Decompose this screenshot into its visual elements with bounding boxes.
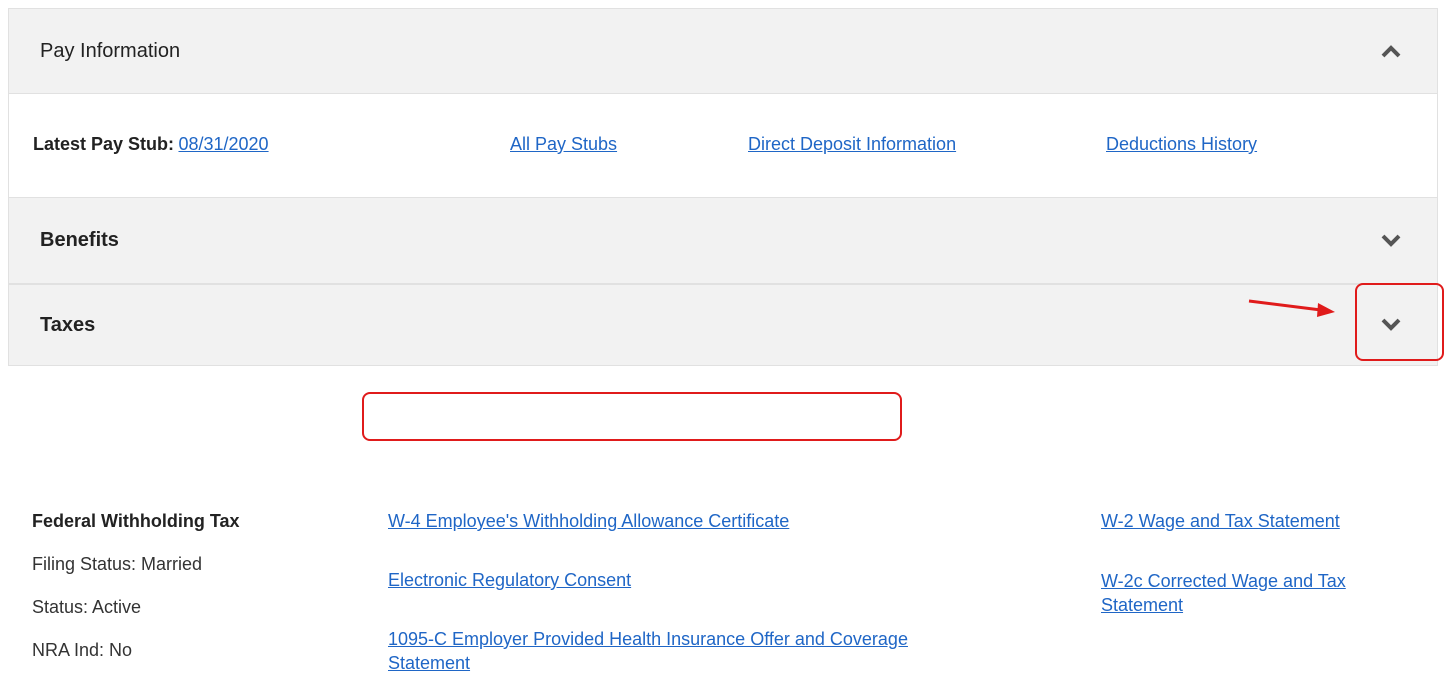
- chevron-up-icon[interactable]: [1381, 44, 1401, 58]
- form-1095c-link[interactable]: 1095-C Employer Provided Health Insuranc…: [388, 627, 1028, 675]
- w4-highlight-box: [362, 392, 902, 441]
- latest-pay-stub: Latest Pay Stub: 08/31/2020: [33, 134, 269, 155]
- w2-statement-link[interactable]: W-2 Wage and Tax Statement: [1101, 511, 1340, 532]
- nra-ind: NRA Ind: No: [32, 640, 133, 660]
- deductions-history-link[interactable]: Deductions History: [1106, 134, 1257, 155]
- taxes-body: Federal Withholding Tax Filing Status: M…: [8, 469, 1438, 674]
- benefits-title: Benefits: [40, 229, 119, 251]
- filing-status: Filing Status: Married: [32, 554, 203, 574]
- w2c-line2: Statement: [1101, 595, 1184, 615]
- electronic-consent-link[interactable]: Electronic Regulatory Consent: [388, 570, 631, 591]
- federal-withholding-heading: Federal Withholding Tax: [32, 511, 240, 531]
- direct-deposit-link[interactable]: Direct Deposit Information: [748, 134, 956, 155]
- all-pay-stubs-link[interactable]: All Pay Stubs: [510, 134, 617, 155]
- latest-pay-stub-link[interactable]: 08/31/2020: [178, 134, 268, 154]
- w4-certificate-link[interactable]: W-4 Employee's Withholding Allowance Cer…: [388, 511, 789, 532]
- taxes-chevron-highlight-box: [1355, 283, 1444, 361]
- pay-information-title: Pay Information: [40, 39, 181, 62]
- benefits-header[interactable]: Benefits: [8, 197, 1438, 284]
- w2c-statement-link[interactable]: W-2c Corrected Wage and Tax Statement: [1101, 569, 1346, 617]
- pay-information-body: Latest Pay Stub: 08/31/2020 All Pay Stub…: [8, 94, 1438, 197]
- status: Status: Active: [32, 597, 142, 617]
- taxes-header[interactable]: Taxes: [8, 284, 1438, 366]
- form-1095c-line2: Statement: [388, 653, 471, 673]
- w2c-line1: W-2c Corrected Wage and Tax: [1101, 571, 1346, 591]
- pay-information-header[interactable]: Pay Information: [8, 8, 1438, 94]
- arrow-annotation-icon: [1248, 299, 1335, 317]
- chevron-down-icon[interactable]: [1381, 234, 1401, 248]
- latest-pay-stub-label: Latest Pay Stub:: [33, 134, 175, 154]
- form-1095c-line1: 1095-C Employer Provided Health Insuranc…: [388, 629, 908, 649]
- taxes-title: Taxes: [40, 313, 96, 336]
